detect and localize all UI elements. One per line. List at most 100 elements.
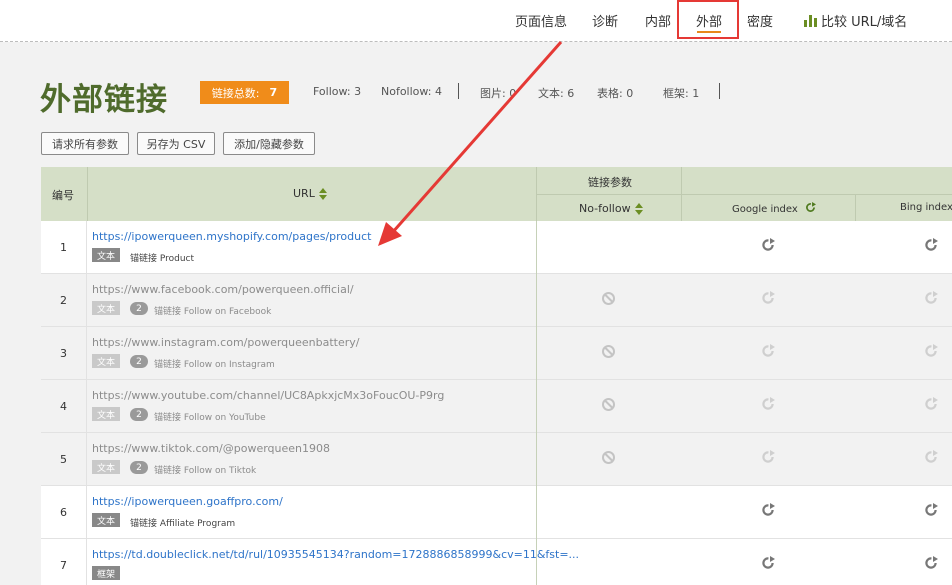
divider: [536, 274, 537, 327]
refresh-icon[interactable]: [761, 344, 775, 358]
refresh-icon[interactable]: [924, 291, 938, 305]
stat-follow: Follow: 3: [313, 85, 362, 98]
divider: [681, 194, 682, 221]
link-url[interactable]: https://www.instagram.com/powerqueenbatt…: [92, 336, 360, 349]
anchor-text: 锚链接 Product: [130, 254, 195, 264]
nav-density[interactable]: 密度: [747, 11, 773, 30]
request-all-params-button[interactable]: 请求所有参数: [41, 132, 129, 155]
refresh-icon[interactable]: [924, 556, 938, 570]
refresh-icon[interactable]: [761, 291, 775, 305]
refresh-icon[interactable]: [924, 450, 938, 464]
stat-frames: 框架: 1: [663, 87, 700, 100]
table-row: 3 https://www.instagram.com/powerqueenbat…: [41, 327, 952, 380]
row-number: 6: [41, 486, 87, 538]
link-type-tag: 文本: [92, 513, 121, 527]
col-bing-header: Bing index: [900, 202, 952, 213]
nav-compare-label: 比较 URL/域名: [821, 15, 908, 30]
divider: [855, 194, 856, 221]
col-nofollow-header[interactable]: No-follow: [579, 202, 643, 215]
col-google-header[interactable]: Google index: [732, 202, 816, 215]
nav-compare[interactable]: 比较 URL/域名: [804, 11, 907, 30]
nofollow-icon: [602, 292, 615, 305]
divider: [536, 539, 537, 585]
sort-icon[interactable]: [634, 203, 643, 215]
anchor-text: 锚链接 Follow on Instagram: [154, 360, 275, 370]
refresh-icon[interactable]: [924, 397, 938, 411]
refresh-icon[interactable]: [761, 556, 775, 570]
refresh-icon[interactable]: [805, 202, 816, 213]
total-links-value: 7: [269, 86, 278, 99]
link-type-tag: 文本: [92, 460, 121, 474]
refresh-icon[interactable]: [761, 238, 775, 252]
count-badge: 2: [130, 302, 148, 315]
anchor-text: 锚链接 Follow on YouTube: [154, 413, 266, 423]
link-type-tag: 文本: [92, 407, 121, 421]
link-url[interactable]: https://td.doubleclick.net/td/rul/109355…: [92, 548, 579, 561]
count-badge: 2: [130, 355, 148, 368]
col-num-header: 编号: [52, 189, 74, 202]
divider: [536, 327, 537, 380]
stat-separator: [458, 83, 459, 99]
nav-diagnosis[interactable]: 诊断: [592, 11, 618, 30]
link-type-tag: 文本: [92, 354, 121, 368]
save-csv-button[interactable]: 另存为 CSV: [137, 132, 215, 155]
total-links-label: 链接总数:: [211, 86, 260, 100]
row-number: 7: [41, 539, 87, 585]
anchor-text: 锚链接 Follow on Tiktok: [154, 466, 257, 476]
divider: [536, 486, 537, 539]
row-number: 1: [41, 221, 87, 273]
link-url[interactable]: https://www.facebook.com/powerqueen.offi…: [92, 283, 354, 296]
refresh-icon[interactable]: [761, 503, 775, 517]
link-url[interactable]: https://www.youtube.com/channel/UC8Apkxj…: [92, 389, 444, 402]
row-number: 2: [41, 274, 87, 326]
row-number: 5: [41, 433, 87, 485]
divider: [87, 167, 88, 221]
col-url-header[interactable]: URL: [293, 187, 327, 200]
refresh-icon[interactable]: [924, 503, 938, 517]
nofollow-icon: [602, 398, 615, 411]
top-nav: 页面信息 诊断 内部 外部 密度 比较 URL/域名: [0, 0, 952, 42]
sort-icon[interactable]: [318, 188, 327, 200]
count-badge: 2: [130, 461, 148, 474]
link-type-tag: 文本: [92, 301, 121, 315]
table-row: 2 https://www.facebook.com/powerqueen.off…: [41, 274, 952, 327]
table-row: 4 https://www.youtube.com/channel/UC8Apkx…: [41, 380, 952, 433]
col-url-label: URL: [293, 187, 315, 200]
divider: [536, 221, 537, 274]
refresh-icon[interactable]: [924, 238, 938, 252]
divider: [536, 380, 537, 433]
count-badge: 2: [130, 408, 148, 421]
table-row: 6 https://ipowerqueen.goaffpro.com/文本 锚链接 …: [41, 486, 952, 539]
divider: [536, 433, 537, 486]
table-row: 7 https://td.doubleclick.net/td/rul/10935…: [41, 539, 952, 585]
col-group-header: 链接参数: [588, 176, 632, 189]
refresh-icon[interactable]: [924, 344, 938, 358]
row-number: 4: [41, 380, 87, 432]
stat-images: 图片: 0: [480, 87, 517, 100]
table-header: 编号 URL 链接参数 No-follow Google index Bing …: [41, 167, 952, 221]
link-type-tag: 框架: [92, 566, 121, 580]
toggle-params-button[interactable]: 添加/隐藏参数: [223, 132, 315, 155]
link-url[interactable]: https://ipowerqueen.goaffpro.com/: [92, 495, 283, 508]
highlight-box: [677, 0, 739, 39]
col-nofollow-label: No-follow: [579, 202, 631, 215]
anchor-text: 锚链接 Affiliate Program: [130, 519, 236, 529]
refresh-icon[interactable]: [761, 397, 775, 411]
stat-text: 文本: 6: [538, 87, 575, 100]
stat-separator: [719, 83, 720, 99]
nav-internal[interactable]: 内部: [645, 11, 671, 30]
total-links-badge: 链接总数: 7: [200, 81, 289, 104]
link-url[interactable]: https://ipowerqueen.myshopify.com/pages/…: [92, 230, 371, 243]
page-title: 外部链接: [40, 82, 168, 118]
nofollow-icon: [602, 451, 615, 464]
stat-tables: 表格: 0: [597, 87, 634, 100]
row-number: 3: [41, 327, 87, 379]
divider: [681, 167, 682, 194]
col-google-label: Google index: [732, 204, 798, 215]
nav-page-info[interactable]: 页面信息: [515, 11, 567, 30]
refresh-icon[interactable]: [761, 450, 775, 464]
nofollow-icon: [602, 345, 615, 358]
table-row: 1 https://ipowerqueen.myshopify.com/pages…: [41, 221, 952, 274]
link-url[interactable]: https://www.tiktok.com/@powerqueen1908: [92, 442, 330, 455]
bar-chart-icon: [804, 15, 818, 27]
